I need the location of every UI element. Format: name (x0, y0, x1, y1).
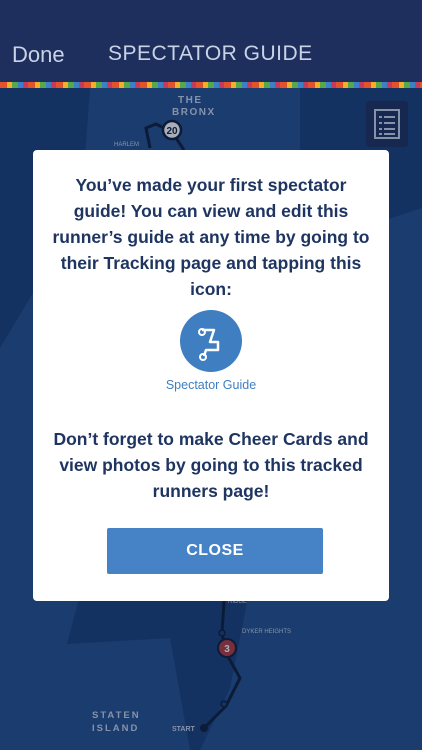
done-button[interactable]: Done (12, 42, 65, 68)
page-title: SPECTATOR GUIDE (108, 42, 313, 65)
close-button[interactable]: CLOSE (107, 528, 323, 574)
dialog-message-secondary: Don’t forget to make Cheer Cards and vie… (53, 429, 369, 501)
spectator-guide-icon (180, 310, 242, 372)
route-icon (198, 328, 220, 361)
spectator-guide-label: Spectator Guide (165, 378, 257, 392)
top-bar: Done SPECTATOR GUIDE (0, 0, 422, 82)
spectator-guide-dialog: You’ve made your first spectator guide! … (33, 150, 389, 601)
dialog-message: You’ve made your first spectator guide! … (52, 175, 370, 299)
